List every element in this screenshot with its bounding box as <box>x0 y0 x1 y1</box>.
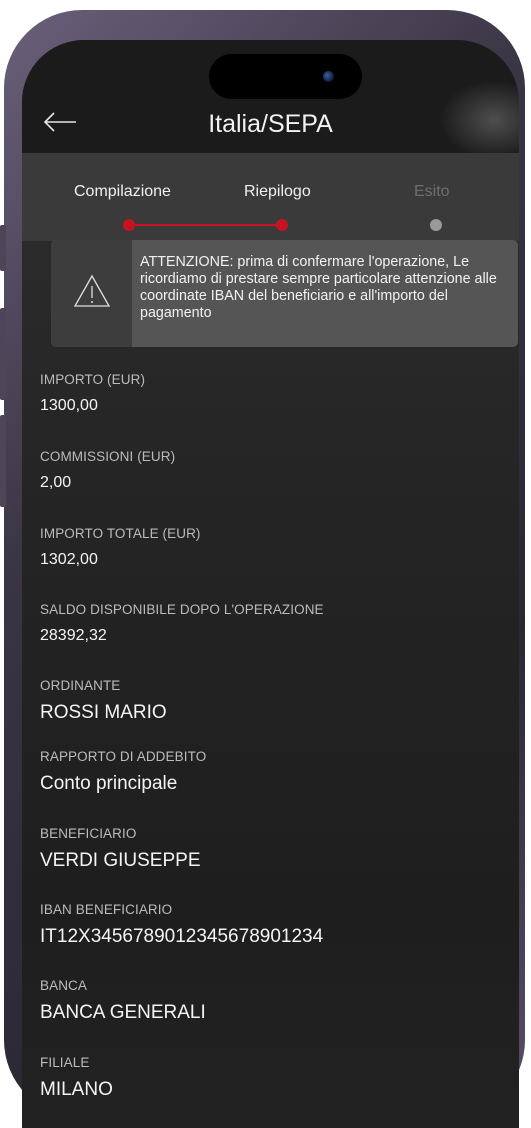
step-dot-active <box>276 219 288 231</box>
field-label: COMMISSIONI (EUR) <box>40 449 176 464</box>
field-beneficiario: BENEFICIARIO VERDI GIUSEPPE <box>40 826 201 872</box>
progress-stepper: Compilazione Riepilogo Esito <box>22 153 519 241</box>
field-value: VERDI GIUSEPPE <box>40 850 201 871</box>
field-value: 2,00 <box>40 474 72 491</box>
step-progress-line <box>127 224 283 226</box>
step-esito: Esito <box>414 183 450 200</box>
field-label: BANCA <box>40 978 88 993</box>
warning-alert: ATTENZIONE: prima di confermare l'operaz… <box>51 240 518 347</box>
field-label: FILIALE <box>40 1055 90 1070</box>
top-bar: Italia/SEPA <box>22 40 519 160</box>
field-value: 28392,32 <box>40 627 107 644</box>
step-compilazione: Compilazione <box>74 183 171 200</box>
alert-icon-box <box>51 240 132 347</box>
field-label: RAPPORTO DI ADDEBITO <box>40 749 207 764</box>
field-value: IT12X3456789012345678901234 <box>40 926 324 947</box>
step-dot-done <box>123 219 135 231</box>
camera-lens-icon <box>323 71 334 82</box>
field-commissioni: COMMISSIONI (EUR) 2,00 <box>40 449 175 492</box>
page-title: Italia/SEPA <box>208 110 333 138</box>
field-label: IMPORTO (EUR) <box>40 372 146 387</box>
field-iban-beneficiario: IBAN BENEFICIARIO IT12X34567890123456789… <box>40 902 323 948</box>
screen: Italia/SEPA Compilazione Riepilogo Esito… <box>22 40 519 1128</box>
field-label: ORDINANTE <box>40 678 121 693</box>
field-value: BANCA GENERALI <box>40 1002 206 1023</box>
field-importo-totale: IMPORTO TOTALE (EUR) 1302,00 <box>40 526 201 569</box>
field-label: IMPORTO TOTALE (EUR) <box>40 526 201 541</box>
field-value: 1300,00 <box>40 397 98 414</box>
side-button-silent <box>0 225 6 271</box>
alert-message: ATTENZIONE: prima di confermare l'operaz… <box>140 254 497 321</box>
side-button-volume-up <box>0 308 6 400</box>
warning-triangle-icon <box>73 274 111 307</box>
step-riepilogo: Riepilogo <box>244 183 311 200</box>
phone-frame: Italia/SEPA Compilazione Riepilogo Esito… <box>0 10 525 1128</box>
field-banca: BANCA BANCA GENERALI <box>40 978 206 1024</box>
field-filiale: FILIALE MILANO <box>40 1055 113 1101</box>
field-saldo-disponibile: SALDO DISPONIBILE DOPO L'OPERAZIONE 2839… <box>40 602 324 645</box>
field-value: Conto principale <box>40 773 178 794</box>
field-value: 1302,00 <box>40 551 98 568</box>
field-rapporto-addebito: RAPPORTO DI ADDEBITO Conto principale <box>40 749 206 795</box>
field-label: BENEFICIARIO <box>40 826 137 841</box>
field-value: ROSSI MARIO <box>40 702 167 723</box>
field-importo: IMPORTO (EUR) 1300,00 <box>40 372 145 415</box>
step-dot-pending <box>430 219 442 231</box>
side-button-volume-down <box>0 415 6 507</box>
field-value: MILANO <box>40 1079 113 1100</box>
field-label: SALDO DISPONIBILE DOPO L'OPERAZIONE <box>40 602 324 617</box>
field-label: IBAN BENEFICIARIO <box>40 902 173 917</box>
field-ordinante: ORDINANTE ROSSI MARIO <box>40 678 167 724</box>
dynamic-island <box>209 54 362 99</box>
